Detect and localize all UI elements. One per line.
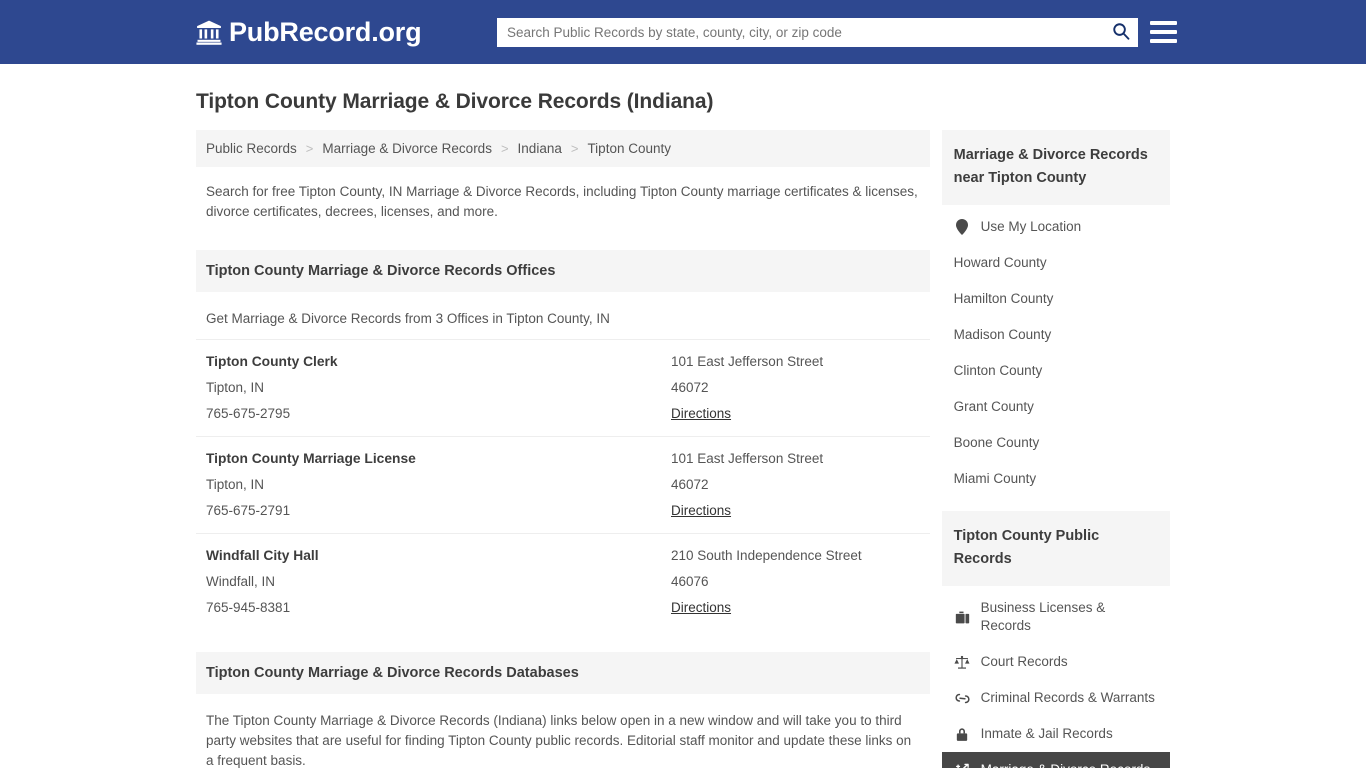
- breadcrumb-item-1[interactable]: Marriage & Divorce Records: [322, 141, 492, 156]
- breadcrumb-separator: >: [500, 141, 509, 156]
- sidebar-item-inmate-jail-records[interactable]: Inmate & Jail Records: [942, 716, 1170, 752]
- table-row: Tipton County Clerk Tipton, IN 765-675-2…: [196, 339, 930, 436]
- office-phone: 765-675-2791: [206, 503, 291, 518]
- breadcrumb: Public Records > Marriage & Divorce Reco…: [196, 130, 930, 167]
- breadcrumb-separator: >: [305, 141, 314, 156]
- site-header: PubRecord.org: [0, 0, 1366, 64]
- page-title: Tipton County Marriage & Divorce Records…: [196, 90, 714, 113]
- handcuffs-icon: [954, 691, 971, 706]
- office-name: Tipton County Clerk: [206, 354, 338, 369]
- sidebar-item-label: Court Records: [980, 654, 1068, 669]
- office-street: 101 East Jefferson Street: [671, 451, 824, 466]
- office-street: 101 East Jefferson Street: [671, 354, 824, 369]
- sidebar-item-miami-county[interactable]: Miami County: [942, 461, 1170, 497]
- office-address: 101 East Jefferson Street 46072 Directio…: [671, 451, 920, 518]
- office-details: Tipton County Clerk Tipton, IN 765-675-2…: [206, 354, 671, 421]
- sidebar-item-label: Inmate & Jail Records: [980, 726, 1113, 741]
- sidebar-item-business-licenses[interactable]: Business Licenses & Records: [942, 590, 1170, 644]
- office-name: Windfall City Hall: [206, 548, 319, 563]
- page-lead-text: Search for free Tipton County, IN Marria…: [206, 184, 918, 219]
- office-zip: 46072: [671, 477, 709, 492]
- sidebar-item-use-my-location[interactable]: Use My Location: [942, 209, 1170, 245]
- office-name: Tipton County Marriage License: [206, 451, 416, 466]
- office-street: 210 South Independence Street: [671, 548, 862, 563]
- offices-section-subtitle: Get Marriage & Divorce Records from 3 Of…: [206, 311, 610, 326]
- sidebar-item-label: Marriage & Divorce Records: [981, 761, 1151, 768]
- office-zip: 46072: [671, 380, 709, 395]
- briefcase-icon: [954, 610, 971, 625]
- sidebar-item-howard-county[interactable]: Howard County: [942, 245, 1170, 281]
- office-phone: 765-945-8381: [206, 600, 291, 615]
- search-bar: [497, 18, 1138, 47]
- office-city-state: Windfall, IN: [206, 574, 276, 589]
- sidebar-item-label: Hamilton County: [953, 291, 1054, 306]
- databases-section-heading: Tipton County Marriage & Divorce Records…: [196, 652, 930, 694]
- sidebar-item-label: Use My Location: [980, 219, 1082, 234]
- hamburger-menu-icon[interactable]: [1150, 19, 1177, 45]
- breadcrumb-item-0[interactable]: Public Records: [206, 141, 297, 156]
- directions-link[interactable]: Directions: [671, 406, 920, 421]
- office-city-state: Tipton, IN: [206, 477, 265, 492]
- sidebar-item-label: Howard County: [953, 255, 1047, 270]
- search-button[interactable]: [1104, 18, 1138, 47]
- venus-mars-icon: [954, 763, 971, 768]
- breadcrumb-item-3[interactable]: Tipton County: [587, 141, 671, 156]
- site-logo[interactable]: PubRecord.org: [196, 16, 422, 48]
- office-city-state: Tipton, IN: [206, 380, 265, 395]
- office-details: Tipton County Marriage License Tipton, I…: [206, 451, 671, 518]
- sidebar-public-records-list: Business Licenses & Records Court Record…: [941, 590, 1170, 768]
- search-icon: [1112, 22, 1130, 43]
- sidebar-public-records-heading: Tipton County Public Records: [941, 511, 1170, 586]
- page-container: Tipton County Marriage & Divorce Records…: [0, 90, 1366, 768]
- sidebar-item-marriage-divorce-records[interactable]: Marriage & Divorce Records: [941, 752, 1170, 768]
- sidebar-item-label: Business Licenses & Records: [980, 600, 1106, 633]
- sidebar-item-label: Criminal Records & Warrants: [980, 690, 1155, 705]
- offices-section-heading: Tipton County Marriage & Divorce Records…: [196, 250, 930, 292]
- office-details: Windfall City Hall Windfall, IN 765-945-…: [206, 548, 671, 615]
- sidebar-item-label: Miami County: [953, 471, 1037, 486]
- sidebar-nearby-heading: Marriage & Divorce Records near Tipton C…: [941, 130, 1170, 205]
- search-input[interactable]: [497, 18, 1104, 47]
- sidebar-item-label: Grant County: [953, 399, 1034, 414]
- sidebar-item-madison-county[interactable]: Madison County: [942, 317, 1170, 353]
- brand-name: PubRecord.org: [229, 16, 422, 47]
- sidebar-item-criminal-records[interactable]: Criminal Records & Warrants: [942, 680, 1170, 716]
- office-zip: 46076: [671, 574, 709, 589]
- breadcrumb-separator: >: [570, 141, 579, 156]
- table-row: Tipton County Marriage License Tipton, I…: [196, 436, 930, 533]
- sidebar-item-hamilton-county[interactable]: Hamilton County: [942, 281, 1170, 317]
- sidebar-item-boone-county[interactable]: Boone County: [942, 425, 1170, 461]
- scales-of-justice-icon: [954, 655, 971, 670]
- breadcrumb-item-2[interactable]: Indiana: [518, 141, 562, 156]
- databases-section-description: The Tipton County Marriage & Divorce Rec…: [206, 713, 912, 768]
- office-address: 101 East Jefferson Street 46072 Directio…: [671, 354, 920, 421]
- directions-link[interactable]: Directions: [671, 503, 920, 518]
- office-address: 210 South Independence Street 46076 Dire…: [671, 548, 920, 615]
- map-pin-icon: [954, 219, 971, 235]
- table-row: Windfall City Hall Windfall, IN 765-945-…: [196, 533, 930, 630]
- sidebar: Marriage & Divorce Records near Tipton C…: [941, 130, 1170, 768]
- sidebar-item-clinton-county[interactable]: Clinton County: [942, 353, 1170, 389]
- sidebar-item-grant-county[interactable]: Grant County: [942, 389, 1170, 425]
- directions-link[interactable]: Directions: [671, 600, 920, 615]
- sidebar-item-label: Boone County: [953, 435, 1040, 450]
- sidebar-nearby-list: Use My Location Howard County Hamilton C…: [942, 209, 1170, 497]
- bank-building-icon: [196, 19, 222, 45]
- lock-icon: [954, 727, 971, 742]
- sidebar-item-label: Madison County: [953, 327, 1052, 342]
- sidebar-item-court-records[interactable]: Court Records: [942, 644, 1170, 680]
- office-phone: 765-675-2795: [206, 406, 291, 421]
- sidebar-item-label: Clinton County: [953, 363, 1043, 378]
- main-content: Public Records > Marriage & Divorce Reco…: [196, 130, 930, 768]
